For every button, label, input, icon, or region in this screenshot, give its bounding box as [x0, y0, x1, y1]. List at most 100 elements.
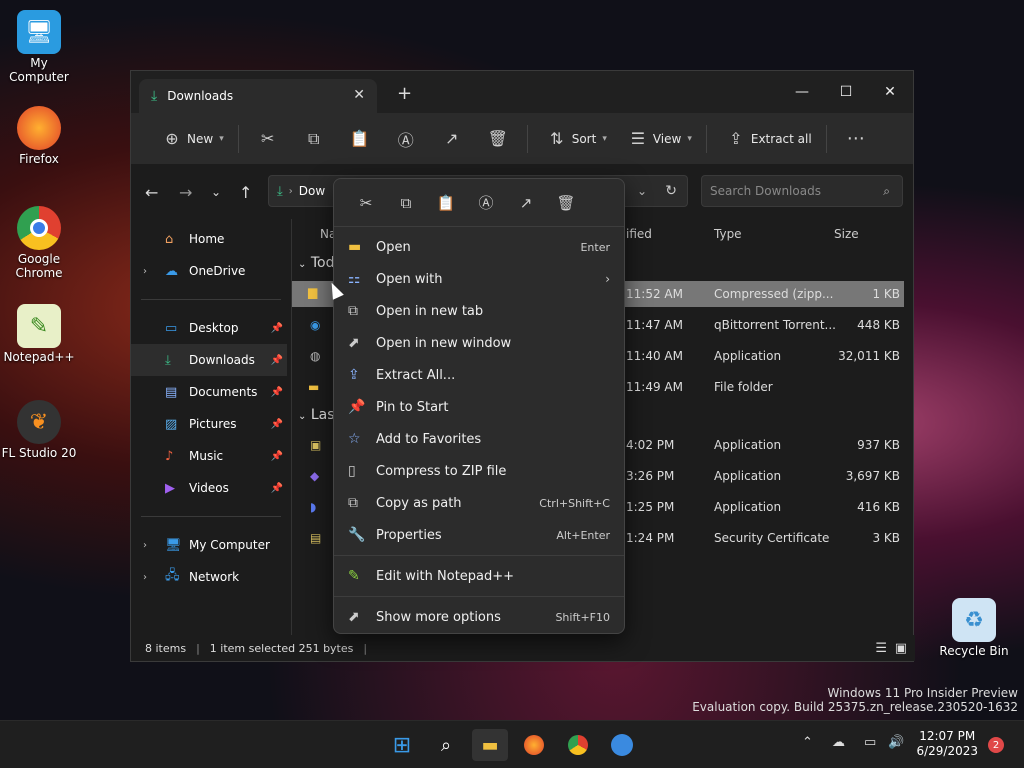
maximize-button[interactable]: ☐ [823, 77, 869, 107]
rename-button[interactable]: Ⓐ [383, 121, 429, 157]
chevron-down-icon: ⌄ [298, 411, 307, 422]
minimize-button[interactable]: — [779, 77, 825, 107]
rename-icon[interactable]: Ⓐ [466, 192, 506, 213]
group-header-last[interactable]: ⌄ Las [298, 407, 335, 423]
more-options-button[interactable]: ⋯ [833, 121, 879, 157]
cut-button[interactable]: ✂ [245, 121, 291, 157]
pin-icon: 📌 [270, 450, 283, 462]
desktop-icon-firefox[interactable]: Firefox [1, 106, 77, 166]
menu-item-extract-all[interactable]: ⇪ Extract All... [334, 359, 624, 391]
view-button[interactable]: ☰ View ▾ [615, 121, 700, 157]
chevron-right-icon[interactable]: › [143, 266, 147, 277]
group-header-today[interactable]: ⌄ Tod [298, 255, 334, 271]
zip-icon: ▯ [348, 463, 356, 479]
extract-icon: ⇪ [729, 129, 743, 148]
clock[interactable]: 12:07 PM 6/29/2023 [916, 729, 978, 759]
new-button[interactable]: ⊕ New ▾ [149, 121, 232, 157]
recycle-bin-icon: ♻ [952, 598, 996, 642]
sidebar-item-my-computer[interactable]: › 🖥 My Computer [131, 529, 287, 561]
network-icon[interactable]: ▭ [864, 735, 876, 750]
share-icon[interactable]: ↗ [506, 194, 546, 212]
forward-button[interactable]: → [179, 183, 192, 202]
recent-locations-button[interactable]: ⌄ [211, 185, 221, 199]
notification-badge[interactable]: 2 [988, 737, 1004, 753]
sort-button[interactable]: ⇅ Sort ▾ [534, 121, 615, 157]
desktop-icon-flstudio[interactable]: ❦ FL Studio 20 [1, 400, 77, 460]
ellipsis-icon: ⋯ [846, 128, 865, 149]
sidebar-item-pictures[interactable]: ▨ Pictures 📌 [131, 408, 287, 440]
network-icon: 🖧 [165, 568, 180, 583]
menu-item-open-in-new-window[interactable]: ⬈ Open in new window [334, 327, 624, 359]
monitor-icon: 🖥 [17, 10, 61, 54]
new-window-icon: ⬈ [348, 335, 360, 351]
sidebar-item-downloads[interactable]: ⤓ Downloads 📌 [131, 344, 287, 376]
sidebar-item-videos[interactable]: ▶ Videos 📌 [131, 472, 287, 504]
sidebar-item-documents[interactable]: ▤ Documents 📌 [131, 376, 287, 408]
paste-button[interactable]: 📋 [337, 121, 383, 157]
chevron-down-icon: ⌄ [298, 259, 307, 270]
new-tab-button[interactable]: + [397, 83, 412, 104]
trash-icon[interactable]: 🗑 [546, 194, 586, 212]
scissors-icon[interactable]: ✂ [346, 194, 386, 212]
search-input[interactable]: Search Downloads ⌕ [701, 175, 903, 207]
zip-folder-icon: ▆ [308, 285, 318, 299]
picture-icon: ▨ [165, 416, 178, 432]
sidebar-item-music[interactable]: ♪ Music 📌 [131, 440, 287, 472]
desktop-icon-notepadpp[interactable]: ✎ Notepad++ [1, 304, 77, 364]
volume-icon[interactable]: 🔊 [888, 735, 904, 750]
back-button[interactable]: ← [145, 183, 158, 202]
sort-icon: ⇅ [550, 129, 564, 148]
context-menu: ✂ ⧉ 📋 Ⓐ ↗ 🗑 ▬ Open Enter ⚏ Open with › ⧉ Open… [333, 178, 625, 634]
delete-button[interactable]: 🗑 [475, 121, 521, 157]
status-bar: 8 items | 1 item selected 251 bytes | ☰ … [131, 635, 915, 661]
clipboard-icon[interactable]: 📋 [426, 194, 466, 212]
address-dropdown-icon[interactable]: ⌄ [637, 184, 647, 198]
chevron-up-icon[interactable]: ⌃ [802, 735, 813, 750]
chevron-right-icon[interactable]: › [143, 540, 147, 551]
start-button[interactable]: ⊞ [384, 729, 420, 761]
copy-icon[interactable]: ⧉ [386, 194, 426, 212]
close-tab-icon[interactable]: ✕ [353, 87, 365, 103]
divider [141, 516, 281, 517]
extract-all-button[interactable]: ⇪ Extract all [713, 121, 820, 157]
menu-item-edit-with-notepadpp[interactable]: ✎ Edit with Notepad++ [334, 560, 624, 592]
menu-item-open-in-new-tab[interactable]: ⧉ Open in new tab [334, 295, 624, 327]
taskbar-file-explorer[interactable]: ▬ [472, 729, 508, 761]
desktop-icon-recycle-bin[interactable]: ♻ Recycle Bin [936, 598, 1012, 658]
sidebar-item-onedrive[interactable]: › ☁ OneDrive [131, 255, 287, 287]
menu-item-open[interactable]: ▬ Open Enter [334, 231, 624, 263]
chevron-down-icon: ▾ [687, 133, 692, 144]
tiles-view-icon[interactable]: ▣ [895, 641, 907, 656]
sidebar-item-desktop[interactable]: ▭ Desktop 📌 [131, 312, 287, 344]
taskbar-chrome[interactable] [560, 729, 596, 761]
pin-icon: 📌 [270, 322, 283, 334]
column-header-type[interactable]: Type [714, 227, 742, 241]
menu-item-compress-to-zip[interactable]: ▯ Compress to ZIP file [334, 455, 624, 487]
menu-item-show-more-options[interactable]: ⬈ Show more options Shift+F10 [334, 601, 624, 633]
refresh-icon[interactable]: ↻ [665, 183, 677, 199]
share-button[interactable]: ↗ [429, 121, 475, 157]
taskbar-qbittorrent[interactable] [604, 729, 640, 761]
desktop-icon-my-computer[interactable]: 🖥 My Computer [1, 10, 77, 84]
tab-downloads[interactable]: ⤓ Downloads ✕ [139, 79, 377, 113]
menu-item-open-with[interactable]: ⚏ Open with › [334, 263, 624, 295]
menu-item-copy-as-path[interactable]: ⧉ Copy as path Ctrl+Shift+C [334, 487, 624, 519]
sidebar-item-home[interactable]: ⌂ Home [131, 223, 287, 255]
menu-item-add-to-favorites[interactable]: ☆ Add to Favorites [334, 423, 624, 455]
search-button[interactable]: ⌕ [428, 729, 464, 761]
column-header-modified[interactable]: ified [626, 227, 652, 241]
copy-button[interactable]: ⧉ [291, 121, 337, 157]
column-header-size[interactable]: Size [834, 227, 859, 241]
music-icon: ♪ [165, 448, 174, 464]
menu-item-pin-to-start[interactable]: 📌 Pin to Start [334, 391, 624, 423]
taskbar-firefox[interactable] [516, 729, 552, 761]
menu-item-properties[interactable]: 🔧 Properties Alt+Enter [334, 519, 624, 551]
cloud-offline-icon[interactable]: ☁ [832, 735, 845, 750]
close-window-button[interactable]: ✕ [867, 77, 913, 107]
details-view-icon[interactable]: ☰ [875, 641, 887, 656]
up-button[interactable]: ↑ [239, 183, 252, 202]
sidebar-item-network[interactable]: › 🖧 Network [131, 561, 287, 593]
desktop-icon-chrome[interactable]: Google Chrome [1, 206, 77, 280]
chevron-right-icon[interactable]: › [143, 572, 147, 583]
divider [334, 596, 624, 597]
